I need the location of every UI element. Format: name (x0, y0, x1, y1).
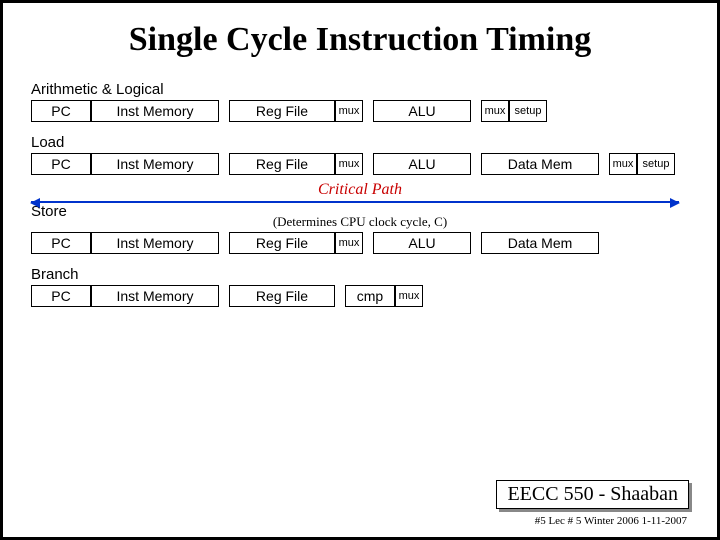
stage-inst: Inst Memory (91, 100, 219, 122)
stage-setup: setup (637, 153, 675, 175)
stage-reg: Reg File (229, 232, 335, 254)
stage-pc: PC (31, 232, 91, 254)
stage-mux: mux (335, 232, 363, 254)
stage-cmp: cmp (345, 285, 395, 307)
stage-alu: ALU (373, 153, 471, 175)
critical-path-label: Critical Path (31, 181, 689, 199)
section-branch-label: Branch (31, 266, 689, 283)
stage-inst: Inst Memory (91, 285, 219, 307)
gap (335, 285, 345, 307)
stage-pc: PC (31, 100, 91, 122)
stage-mux: mux (609, 153, 637, 175)
stage-mux: mux (481, 100, 509, 122)
stage-data: Data Mem (481, 232, 599, 254)
stage-mux: mux (395, 285, 423, 307)
gap (219, 100, 229, 122)
stage-pc: PC (31, 285, 91, 307)
row-store: PC Inst Memory Reg File mux ALU Data Mem (31, 232, 689, 254)
gap (599, 153, 609, 175)
stage-inst: Inst Memory (91, 232, 219, 254)
stage-inst: Inst Memory (91, 153, 219, 175)
stage-data: Data Mem (481, 153, 599, 175)
stage-mux: mux (335, 153, 363, 175)
gap (471, 100, 481, 122)
gap (471, 153, 481, 175)
section-load-label: Load (31, 134, 689, 151)
stage-alu: ALU (373, 232, 471, 254)
diagram-content: Arithmetic & Logical PC Inst Memory Reg … (3, 81, 717, 307)
stage-reg: Reg File (229, 153, 335, 175)
stage-reg: Reg File (229, 285, 335, 307)
stage-mux: mux (335, 100, 363, 122)
stage-pc: PC (31, 153, 91, 175)
row-branch: PC Inst Memory Reg File cmp mux (31, 285, 689, 307)
gap (471, 232, 481, 254)
slide-title: Single Cycle Instruction Timing (3, 21, 717, 59)
arrow-line (31, 201, 679, 203)
stage-alu: ALU (373, 100, 471, 122)
slide-frame: Single Cycle Instruction Timing Arithmet… (0, 0, 720, 540)
section-arithmetic-label: Arithmetic & Logical (31, 81, 689, 98)
gap (219, 232, 229, 254)
stage-reg: Reg File (229, 100, 335, 122)
footer-course: EECC 550 - Shaaban (496, 480, 689, 509)
row-load: PC Inst Memory Reg File mux ALU Data Mem… (31, 153, 689, 175)
determines-label: (Determines CPU clock cycle, C) (31, 214, 689, 230)
gap (219, 153, 229, 175)
gap (363, 153, 373, 175)
gap (219, 285, 229, 307)
row-arithmetic: PC Inst Memory Reg File mux ALU mux setu… (31, 100, 689, 122)
stage-setup: setup (509, 100, 547, 122)
gap (363, 232, 373, 254)
gap (363, 100, 373, 122)
footer-sub: #5 Lec # 5 Winter 2006 1-11-2007 (535, 515, 687, 527)
